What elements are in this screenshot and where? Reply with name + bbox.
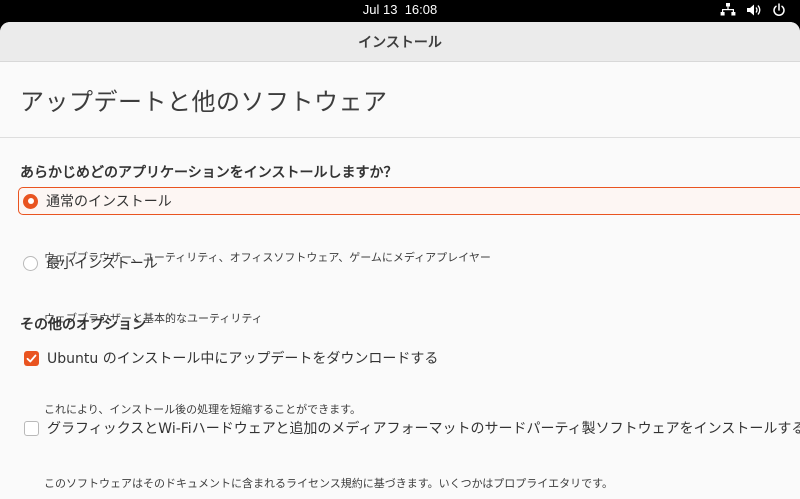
- normal-installation-radio[interactable]: 通常のインストール: [18, 187, 800, 215]
- header-bar[interactable]: インストール: [0, 22, 800, 62]
- checkbox-checked-icon: [24, 350, 39, 366]
- clock-time: 16:08: [404, 2, 438, 17]
- normal-installation-label: 通常のインストール: [46, 194, 172, 210]
- other-options-heading: その他のオプション: [20, 317, 146, 333]
- radio-unselected-icon: [23, 255, 38, 271]
- top-bar: Jul 13 16:08: [0, 0, 800, 20]
- window-title: インストール: [358, 34, 442, 51]
- third-party-software-label: グラフィックスとWi-Fiハードウェアと追加のメディアフォーマットのサードパーテ…: [47, 421, 800, 437]
- clock-date: Jul 13: [362, 2, 398, 17]
- divider: [0, 137, 800, 138]
- network-icon[interactable]: [720, 3, 736, 17]
- power-icon[interactable]: [772, 3, 786, 17]
- download-updates-label: Ubuntu のインストール中にアップデートをダウンロードする: [47, 351, 439, 367]
- minimal-installation-radio[interactable]: 最小インストール: [18, 249, 158, 277]
- installer-window: インストール アップデートと他のソフトウェア あらかじめどのアプリケーションをイ…: [0, 22, 800, 499]
- third-party-software-description: このソフトウェアはそのドキュメントに含まれるライセンス規約に基づきます。いくつか…: [44, 477, 614, 490]
- download-updates-checkbox[interactable]: Ubuntu のインストール中にアップデートをダウンロードする: [18, 344, 438, 372]
- radio-selected-icon: [23, 193, 38, 209]
- clock[interactable]: Jul 13 16:08: [0, 1, 800, 18]
- system-tray[interactable]: [720, 2, 786, 18]
- checkbox-unchecked-icon: [24, 420, 39, 436]
- volume-icon[interactable]: [746, 3, 762, 17]
- install-type-heading: あらかじめどのアプリケーションをインストールしますか？: [20, 165, 398, 181]
- page-title: アップデートと他のソフトウェア: [20, 88, 388, 116]
- third-party-software-checkbox[interactable]: グラフィックスとWi-Fiハードウェアと追加のメディアフォーマットのサードパーテ…: [18, 414, 800, 442]
- minimal-installation-label: 最小インストール: [46, 256, 158, 272]
